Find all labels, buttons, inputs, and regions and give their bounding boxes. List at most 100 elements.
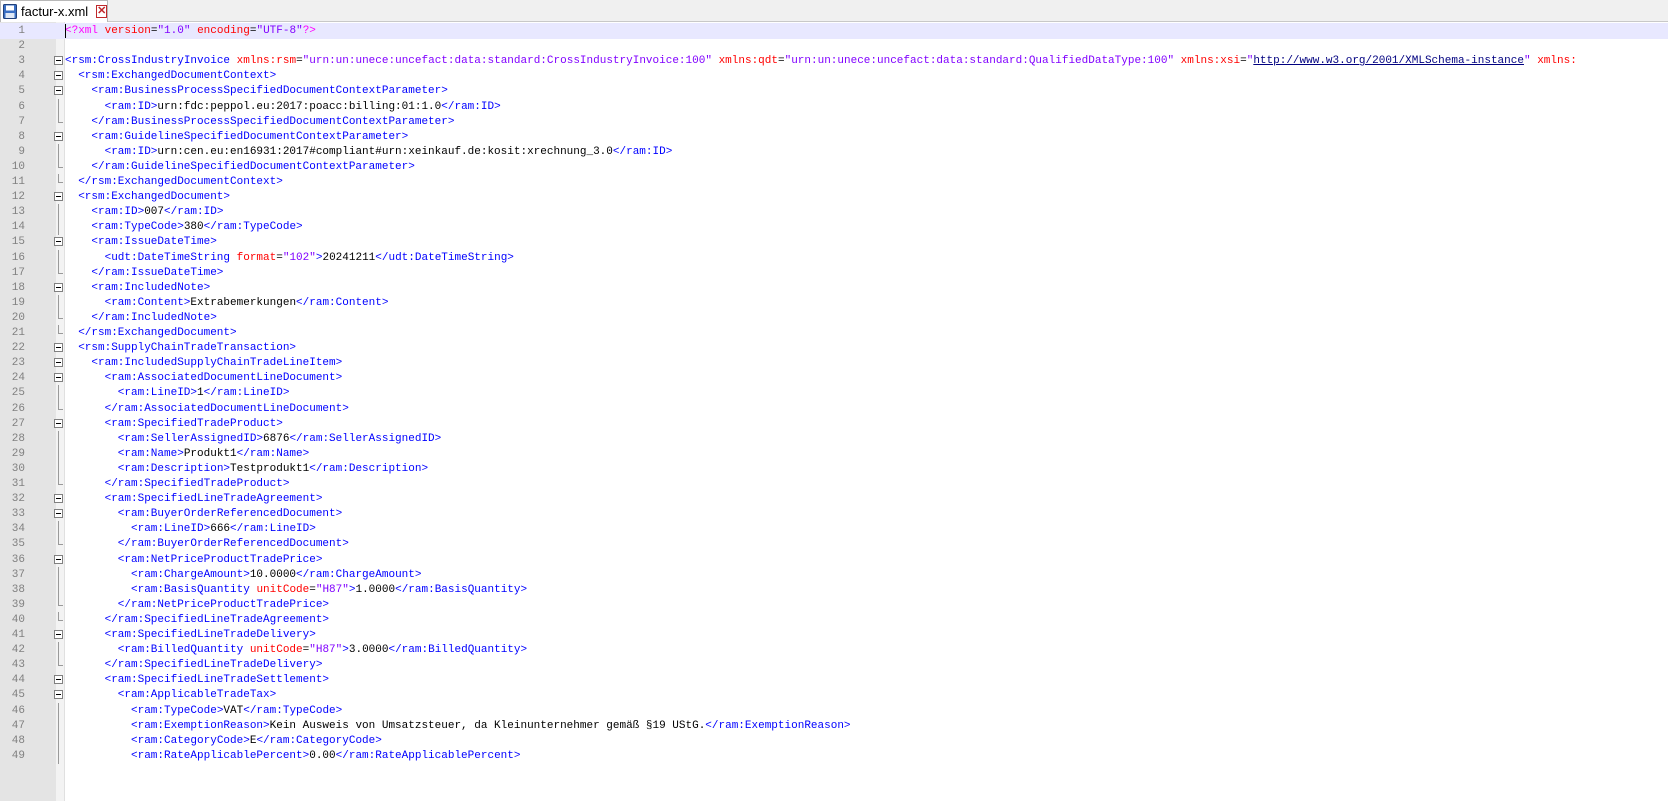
code-line[interactable]: 38 <ram:BasisQuantity unitCode="H87">1.00…: [0, 581, 1668, 598]
fold-guide: [58, 385, 59, 402]
code-line[interactable]: 30 <ram:Description>Testprodukt1</ram:Des…: [0, 460, 1668, 477]
fold-toggle-icon[interactable]: [54, 71, 63, 81]
code-token: =: [296, 55, 303, 68]
code-line[interactable]: 10 </ram:GuidelineSpecifiedDocumentContex…: [0, 158, 1668, 175]
code-line[interactable]: 6 <ram:ID>urn:fdc:peppol.eu:2017:poacc:bi…: [0, 98, 1668, 115]
code-token: <ram:ID>: [104, 145, 158, 158]
code-line[interactable]: 43 </ram:SpecifiedLineTradeDelivery>: [0, 657, 1668, 673]
fold-toggle-icon[interactable]: [54, 373, 63, 383]
code-line[interactable]: 37 <ram:ChargeAmount>10.0000</ram:ChargeA…: [0, 566, 1668, 583]
code-line[interactable]: 15 <ram:IssueDateTime>: [0, 234, 1668, 250]
code-text: <ram:LineID>666</ram:LineID>: [131, 521, 316, 537]
code-line[interactable]: 45 <ram:ApplicableTradeTax>: [0, 687, 1668, 703]
code-line[interactable]: 4 <rsm:ExchangedDocumentContext>: [0, 68, 1668, 84]
fold-toggle-icon[interactable]: [54, 509, 63, 519]
code-line[interactable]: 7 </ram:BusinessProcessSpecifiedDocumentC…: [0, 113, 1668, 130]
code-token: VAT: [223, 704, 244, 717]
code-token: <udt:DateTimeString: [104, 251, 231, 264]
code-token: <ram:SpecifiedLineTradeAgreement>: [104, 493, 323, 506]
fold-toggle-icon[interactable]: [54, 56, 63, 66]
code-line[interactable]: 48 <ram:CategoryCode>E</ram:CategoryCode>: [0, 732, 1668, 749]
code-line[interactable]: 33 <ram:BuyerOrderReferencedDocument>: [0, 506, 1668, 522]
fold-guide-end: [58, 400, 63, 410]
fold-toggle-icon[interactable]: [54, 86, 63, 96]
fold-toggle-icon[interactable]: [54, 131, 63, 141]
code-token: Produkt1: [183, 447, 237, 460]
code-line[interactable]: 32 <ram:SpecifiedLineTradeAgreement>: [0, 491, 1668, 507]
code-line[interactable]: 14 <ram:TypeCode>380</ram:TypeCode>: [0, 219, 1668, 236]
code-line[interactable]: 39 </ram:NetPriceProductTradePrice>: [0, 596, 1668, 613]
code-text: <udt:DateTimeString format="102">2024121…: [105, 250, 514, 266]
code-line[interactable]: 11 </rsm:ExchangedDocumentContext>: [0, 174, 1668, 190]
fold-guide: [58, 430, 59, 447]
code-line[interactable]: 47 <ram:ExemptionReason>Kein Ausweis von …: [0, 717, 1668, 734]
tab-close-icon[interactable]: ✕: [96, 5, 108, 18]
code-line[interactable]: 9 <ram:ID>urn:cen.eu:en16931:2017#complia…: [0, 143, 1668, 160]
code-line[interactable]: 31 </ram:SpecifiedTradeProduct>: [0, 476, 1668, 492]
code-line[interactable]: 16 <udt:DateTimeString format="102">20241…: [0, 249, 1668, 266]
fold-toggle-icon[interactable]: [54, 237, 63, 247]
code-line[interactable]: 3 <rsm:CrossIndustryInvoice xmlns:rsm="ur…: [0, 53, 1668, 69]
code-line[interactable]: 22 <rsm:SupplyChainTradeTransaction>: [0, 340, 1668, 356]
code-line[interactable]: 25 <ram:LineID>1</ram:LineID>: [0, 385, 1668, 402]
code-line[interactable]: 20 </ram:IncludedNote>: [0, 309, 1668, 326]
code-line[interactable]: 28 <ram:SellerAssignedID>6876</ram:Seller…: [0, 430, 1668, 447]
code-line[interactable]: 41 <ram:SpecifiedLineTradeDelivery>: [0, 627, 1668, 643]
code-line[interactable]: 21 </rsm:ExchangedDocument>: [0, 325, 1668, 341]
fold-toggle-icon[interactable]: [54, 494, 63, 504]
fold-toggle-icon[interactable]: [54, 690, 63, 700]
fold-toggle-icon[interactable]: [54, 282, 63, 292]
line-number: 36: [11, 553, 25, 566]
editor-text-area[interactable]: 1 <?xml version="1.0" encoding="UTF-8"?> 2…: [0, 22, 1668, 801]
code-token: <ram:LineID>: [131, 523, 211, 536]
code-token: </udt:DateTimeString>: [375, 251, 514, 264]
code-line[interactable]: 26 </ram:AssociatedDocumentLineDocument>: [0, 400, 1668, 417]
code-line[interactable]: 34 <ram:LineID>666</ram:LineID>: [0, 521, 1668, 538]
code-token: unitCode: [249, 644, 303, 657]
code-text: <ram:ExemptionReason>Kein Ausweis von Um…: [131, 718, 851, 734]
fold-toggle-icon[interactable]: [54, 418, 63, 428]
code-line[interactable]: 35 </ram:BuyerOrderReferencedDocument>: [0, 536, 1668, 552]
fold-toggle-icon[interactable]: [54, 358, 63, 368]
code-token: <ram:Description>: [117, 462, 231, 475]
code-line[interactable]: 17 </ram:IssueDateTime>: [0, 264, 1668, 281]
schema-link[interactable]: http://www.w3.org/2001/XMLSchema-instanc…: [1253, 55, 1524, 67]
code-line[interactable]: 46 <ram:TypeCode>VAT</ram:TypeCode>: [0, 702, 1668, 719]
code-token: </ram:SpecifiedTradeProduct>: [104, 478, 290, 490]
fold-toggle-icon[interactable]: [54, 630, 63, 639]
fold-toggle-icon[interactable]: [54, 554, 63, 564]
code-line[interactable]: 8 <ram:GuidelineSpecifiedDocumentContextP…: [0, 129, 1668, 145]
code-text: </ram:AssociatedDocumentLineDocument>: [105, 401, 349, 417]
code-line[interactable]: 40 </ram:SpecifiedLineTradeAgreement>: [0, 611, 1668, 628]
code-line[interactable]: 5 <ram:BusinessProcessSpecifiedDocumentCo…: [0, 83, 1668, 99]
code-line[interactable]: 2: [0, 38, 1668, 54]
code-line[interactable]: 44 <ram:SpecifiedLineTradeSettlement>: [0, 672, 1668, 688]
code-editor[interactable]: 1 <?xml version="1.0" encoding="UTF-8"?> 2…: [0, 22, 1668, 801]
tab-factur-x[interactable]: factur-x.xml ✕: [0, 0, 108, 22]
code-text: <ram:GuidelineSpecifiedDocumentContextPa…: [91, 129, 408, 145]
code-token: <ram:TypeCode>: [131, 704, 224, 717]
floppy-disk-icon: [3, 4, 17, 19]
code-line[interactable]: 18 <ram:IncludedNote>: [0, 280, 1668, 296]
code-line[interactable]: 1 <?xml version="1.0" encoding="UTF-8"?>: [0, 23, 1668, 39]
code-token: =: [309, 583, 316, 596]
code-line[interactable]: 12 <rsm:ExchangedDocument>: [0, 189, 1668, 205]
code-line[interactable]: 13 <ram:ID>007</ram:ID>: [0, 204, 1668, 221]
fold-toggle-icon[interactable]: [54, 343, 63, 353]
code-line[interactable]: 23 <ram:IncludedSupplyChainTradeLineItem>: [0, 355, 1668, 371]
code-token: urn:cen.eu:en16931:2017#compliant#urn:xe…: [157, 145, 613, 158]
line-number: 32: [11, 493, 25, 506]
code-line[interactable]: 36 <ram:NetPriceProductTradePrice>: [0, 552, 1668, 568]
code-text: <ram:Description>Testprodukt1</ram:Descr…: [118, 461, 428, 477]
fold-guide: [58, 747, 59, 764]
code-line[interactable]: 27 <ram:SpecifiedTradeProduct>: [0, 416, 1668, 432]
fold-toggle-icon[interactable]: [54, 675, 63, 685]
code-line[interactable]: 29 <ram:Name>Produkt1</ram:Name>: [0, 445, 1668, 462]
code-line[interactable]: 49 <ram:RateApplicablePercent>0.00</ram:R…: [0, 747, 1668, 764]
code-line[interactable]: 19 <ram:Content>Extrabemerkungen</ram:Con…: [0, 294, 1668, 311]
fold-toggle-icon[interactable]: [54, 192, 63, 202]
code-line[interactable]: 42 <ram:BilledQuantity unitCode="H87">3.0…: [0, 642, 1668, 659]
code-line[interactable]: 24 <ram:AssociatedDocumentLineDocument>: [0, 370, 1668, 386]
code-text: <ram:ID>urn:fdc:peppol.eu:2017:poacc:bil…: [105, 99, 501, 115]
